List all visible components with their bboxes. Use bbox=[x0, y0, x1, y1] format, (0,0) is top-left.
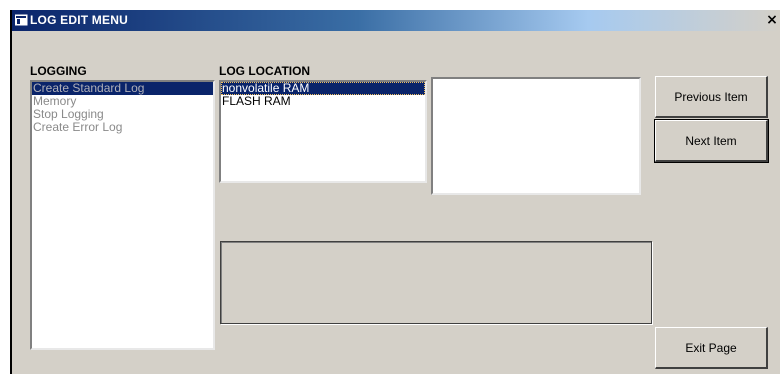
exit-page-label: Exit Page bbox=[685, 341, 737, 355]
window-app-icon bbox=[15, 14, 28, 26]
list-item[interactable]: Create Error Log bbox=[32, 121, 213, 134]
close-icon[interactable]: × bbox=[764, 12, 780, 29]
next-item-button[interactable]: Next Item bbox=[654, 119, 769, 163]
logging-label: LOGGING bbox=[30, 64, 87, 78]
title-bar[interactable]: LOG EDIT MENU bbox=[12, 10, 780, 31]
message-panel bbox=[220, 241, 652, 324]
value-listbox[interactable] bbox=[431, 77, 641, 195]
logging-listbox[interactable]: Create Standard Log Memory Stop Logging … bbox=[30, 80, 215, 350]
window-title: LOG EDIT MENU bbox=[30, 13, 128, 27]
next-item-label: Next Item bbox=[685, 134, 737, 148]
log-location-label: LOG LOCATION bbox=[219, 64, 311, 78]
log-location-listbox[interactable]: nonvolatile RAM FLASH RAM bbox=[219, 80, 427, 183]
log-edit-window: LOG EDIT MENU × LOGGING Create Standard … bbox=[10, 10, 780, 374]
previous-item-label: Previous Item bbox=[674, 90, 748, 104]
previous-item-button[interactable]: Previous Item bbox=[655, 76, 768, 118]
exit-page-button[interactable]: Exit Page bbox=[655, 327, 768, 369]
list-item[interactable]: FLASH RAM bbox=[221, 95, 425, 108]
